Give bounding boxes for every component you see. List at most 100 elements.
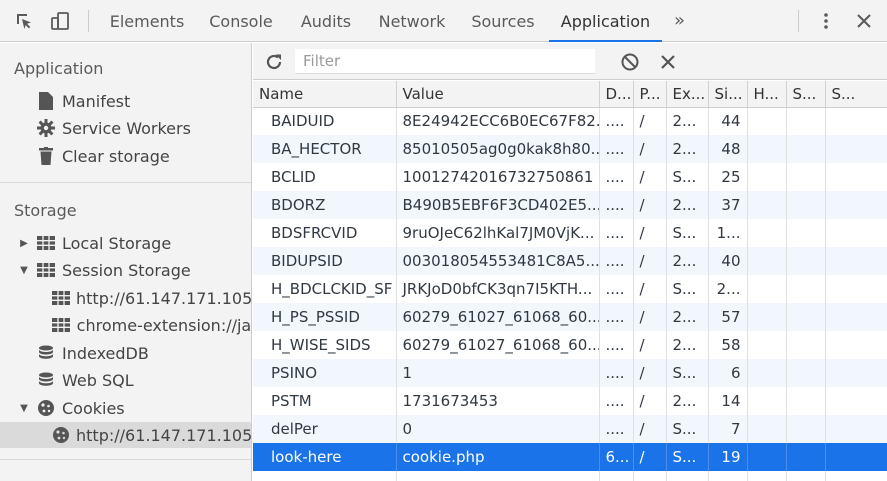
table-row[interactable]: BDSFRCVID 9ruOJeC62lhKal7JM0VjK....... / S.… — [253, 219, 887, 247]
cookie-rows: BAIDUID 8E24942ECC6B0EC67F82......./2... 4… — [253, 107, 887, 481]
cookie-value-cell: 85010505ag0g0kak8h80... — [396, 135, 600, 163]
sidebar-item-cookies-origin[interactable]: http://61.147.171.105:56 — [0, 422, 251, 448]
filler-cell — [666, 471, 709, 481]
database-icon — [36, 370, 56, 390]
cookie-size-cell: 37 — [708, 191, 748, 219]
cookie-size-cell: 40 — [708, 247, 748, 275]
cookie-size-cell: 14 — [708, 387, 748, 415]
table-row[interactable]: BA_HECTOR 85010505ag0g0kak8h80......./2..… — [253, 135, 887, 163]
filler-cell — [253, 471, 397, 481]
cookie-name-cell: H_WISE_SIDS — [253, 331, 397, 359]
device-toolbar-icon[interactable] — [48, 9, 72, 33]
table-row[interactable]: PSTM 1731673453..../2... 14 — [253, 387, 887, 415]
column-header-path[interactable]: P... — [633, 81, 667, 108]
cookie-path-cell: / — [633, 163, 667, 191]
table-filler-row — [253, 471, 887, 481]
column-header-value[interactable]: Value — [396, 81, 600, 108]
filler-cell — [633, 471, 667, 481]
table-row[interactable]: H_BDCLCKID_SF JRKJoD0bfCK3qn7I5KTH.......… — [253, 275, 887, 303]
cookie-name-cell: PSTM — [253, 387, 397, 415]
sidebar-item-clear-storage[interactable]: Clear storage — [0, 143, 251, 169]
sidebar-item-session-extension[interactable]: chrome-extension://jajil — [0, 312, 251, 338]
column-header-samesite[interactable]: S... — [825, 81, 887, 108]
collapse-arrow-icon[interactable]: ▼ — [18, 403, 30, 414]
cookie-expires-cell: 2... — [666, 107, 709, 135]
table-row[interactable]: BAIDUID 8E24942ECC6B0EC67F82......./2... 4… — [253, 107, 887, 135]
cookie-empty-cell — [825, 135, 887, 163]
cookie-icon — [52, 425, 70, 445]
tab-elements[interactable]: Elements — [101, 0, 193, 42]
inspect-element-icon[interactable] — [12, 9, 36, 33]
sidebar-item-cookies[interactable]: ▼ Cookies — [0, 395, 251, 421]
cookie-empty-cell — [747, 359, 787, 387]
table-row[interactable]: delPer 0.... / S... 7 — [253, 415, 887, 443]
table-row[interactable]: look-here cookie.php 6... / S... 19 — [253, 443, 887, 471]
sidebar-item-manifest[interactable]: Manifest — [0, 88, 251, 114]
column-header-expires[interactable]: Ex... — [666, 81, 709, 108]
cookie-path-cell: / — [633, 415, 667, 443]
sidebar-item-local-storage[interactable]: ▶ Local Storage — [0, 230, 251, 256]
cookie-empty-cell — [825, 359, 887, 387]
filter-input[interactable] — [295, 49, 595, 74]
collapse-arrow-icon[interactable]: ▼ — [18, 265, 30, 276]
cookie-empty-cell — [825, 191, 887, 219]
cookie-name-cell: H_BDCLCKID_SF — [253, 275, 397, 303]
cookie-expires-cell: S... — [666, 443, 709, 471]
cookie-size-cell: 58 — [708, 331, 748, 359]
column-header-httponly[interactable]: H... — [747, 81, 787, 108]
expand-arrow-icon[interactable]: ▶ — [18, 238, 30, 249]
table-row[interactable]: PSINO 1.... / S... 6 — [253, 359, 887, 387]
sidebar-item-session-storage[interactable]: ▼ Session Storage — [0, 257, 251, 283]
tab-console[interactable]: Console — [198, 0, 284, 42]
cookie-path-cell: / — [633, 135, 667, 163]
cookie-value-cell: 8E24942ECC6B0EC67F82... — [396, 107, 600, 135]
cookie-value-cell: JRKJoD0bfCK3qn7I5KTH... — [396, 275, 600, 303]
table-row[interactable]: BIDUPSID 003018054553481C8A5......./2... 4… — [253, 247, 887, 275]
sidebar-item-web-sql[interactable]: Web SQL — [0, 367, 251, 393]
sidebar-item-indexeddb[interactable]: IndexedDB — [0, 340, 251, 366]
cookie-expires-cell: S... — [666, 359, 709, 387]
tab-application[interactable]: Application — [549, 0, 662, 42]
gear-icon — [36, 118, 56, 138]
cookie-empty-cell — [786, 275, 826, 303]
cookie-value-cell: B490B5EBF6F3CD402E5... — [396, 191, 600, 219]
cookie-name-cell: BAIDUID — [253, 107, 397, 135]
cookie-size-cell: 44 — [708, 107, 748, 135]
cookie-path-cell: / — [633, 387, 667, 415]
customize-menu-icon[interactable] — [814, 9, 838, 33]
table-row[interactable]: H_WISE_SIDS 60279_61027_61068_60......./2… — [253, 331, 887, 359]
cookie-domain-cell: .... — [599, 275, 634, 303]
cookie-path-cell: / — [633, 107, 667, 135]
cookie-empty-cell — [786, 247, 826, 275]
cookie-path-cell: / — [633, 443, 667, 471]
cookie-expires-cell: 2... — [666, 247, 709, 275]
column-header-secure[interactable]: S... — [786, 81, 826, 108]
sidebar-item-label: Clear storage — [62, 146, 170, 166]
table-row[interactable]: BDORZ B490B5EBF6F3CD402E5......./2... 37 — [253, 191, 887, 219]
column-header-size[interactable]: Si... — [708, 81, 748, 108]
tab-audits[interactable]: Audits — [289, 0, 363, 42]
grid-icon — [52, 288, 70, 308]
column-header-name[interactable]: Name — [253, 81, 397, 108]
table-header-row: Name Value D... P... Ex... Si... H... S.… — [253, 81, 887, 108]
clear-all-icon[interactable] — [619, 51, 641, 73]
refresh-icon[interactable] — [263, 51, 285, 73]
delete-selected-icon[interactable] — [657, 51, 679, 73]
cookie-empty-cell — [747, 387, 787, 415]
cookie-path-cell: / — [633, 331, 667, 359]
sidebar-item-service-workers[interactable]: Service Workers — [0, 115, 251, 141]
tab-network[interactable]: Network — [368, 0, 456, 42]
table-row[interactable]: H_PS_PSSID 60279_61027_61068_60......./2.… — [253, 303, 887, 331]
cookie-empty-cell — [747, 303, 787, 331]
tab-sources[interactable]: Sources — [461, 0, 545, 42]
cookie-name-cell: look-here — [253, 443, 397, 471]
sidebar-item-session-origin[interactable]: http://61.147.171.105:56 — [0, 285, 251, 311]
cookie-domain-cell: .... — [599, 107, 634, 135]
cookie-filter-bar — [253, 43, 887, 80]
close-devtools-icon[interactable] — [852, 9, 876, 33]
more-tabs-button[interactable]: » — [674, 0, 685, 42]
column-header-domain[interactable]: D... — [599, 81, 634, 108]
table-row[interactable]: BCLID 10012742016732750861.... / S... 25 — [253, 163, 887, 191]
grid-icon — [36, 233, 56, 253]
cookie-size-cell: 1... — [708, 219, 748, 247]
